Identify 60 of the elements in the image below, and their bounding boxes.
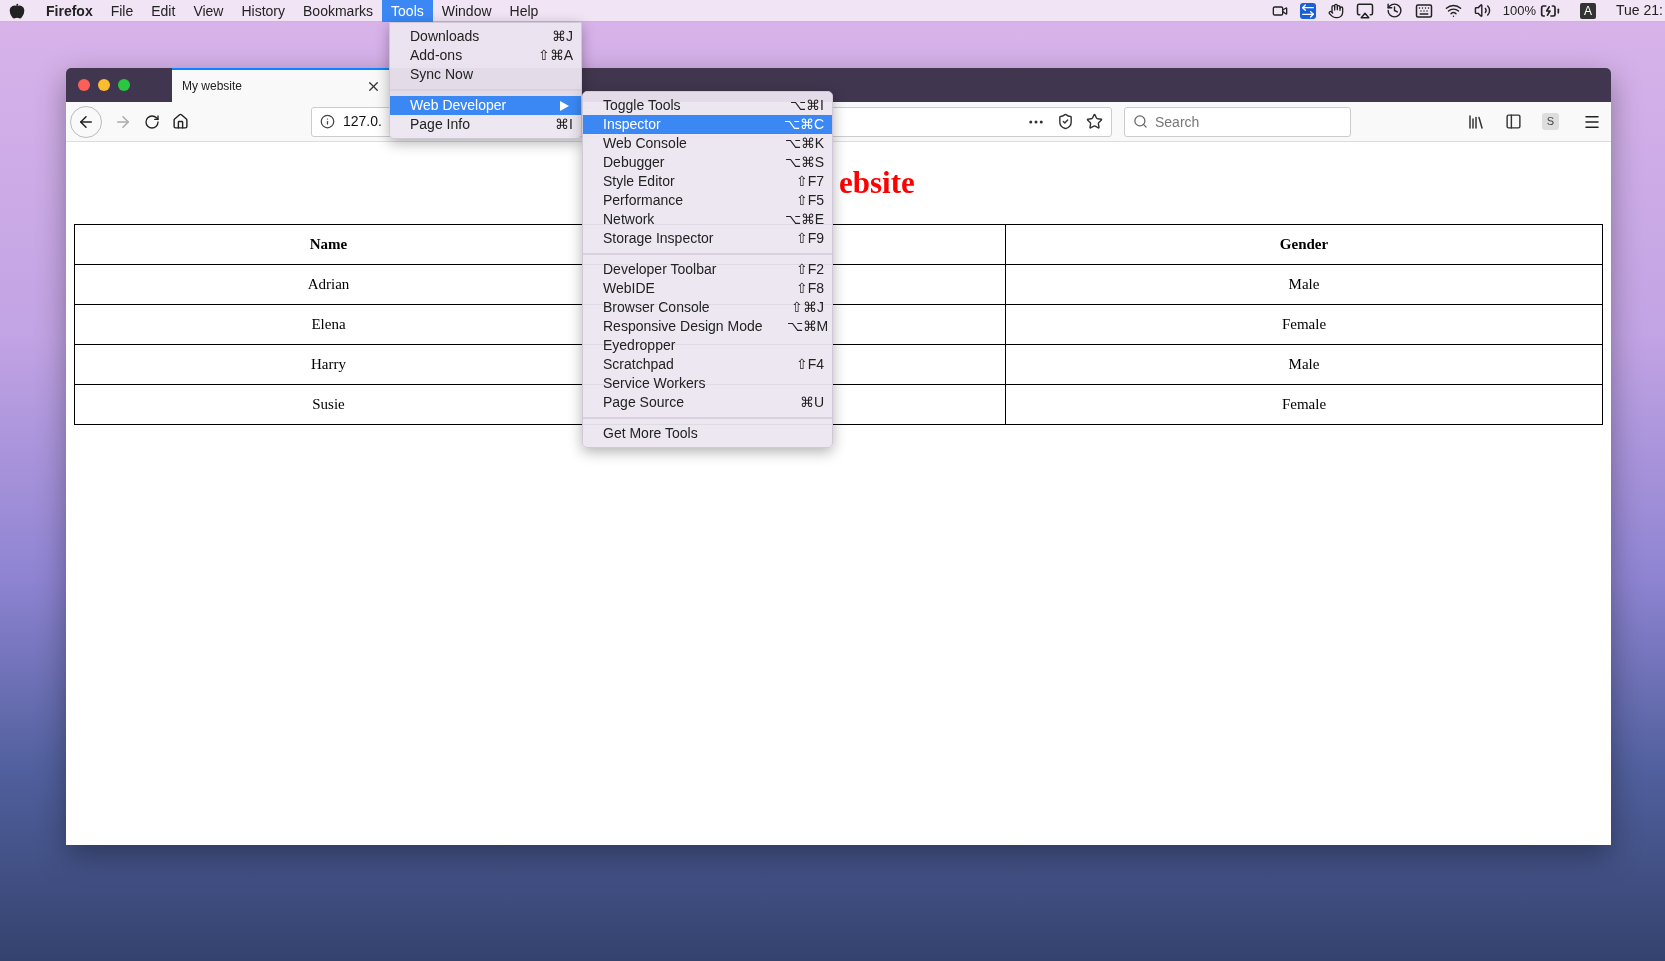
search-field[interactable]: Search (1124, 106, 1351, 137)
volume-icon[interactable] (1473, 2, 1491, 19)
menu-bar-item[interactable]: History (232, 0, 295, 22)
search-icon (1133, 113, 1148, 129)
table-header: Name (74, 224, 583, 265)
library-icon[interactable] (1467, 112, 1485, 131)
table-cell: Female (1005, 384, 1603, 425)
app-menu[interactable]: Firefox (37, 0, 102, 22)
menu-item[interactable]: Add-ons ⇧⌘A (390, 46, 581, 65)
table-cell: Female (1005, 304, 1603, 345)
menu-item[interactable]: Get More Tools (583, 424, 832, 443)
time-machine-icon[interactable] (1385, 2, 1403, 19)
submenu-arrow-icon (560, 100, 569, 111)
menu-item[interactable]: Eyedropper (583, 336, 832, 355)
zoom-window-button[interactable] (118, 79, 130, 91)
bookmark-star-icon[interactable] (1086, 113, 1103, 130)
info-icon[interactable] (320, 114, 335, 129)
remote-access-icon[interactable] (1299, 2, 1316, 19)
menu-bar-item[interactable]: Help (500, 0, 548, 22)
menu-item[interactable]: Web Console ⌥⌘K (583, 134, 832, 153)
table-header: Gender (1005, 224, 1603, 265)
sidebar-icon[interactable] (1505, 113, 1522, 130)
menu-bar-item[interactable]: Edit (142, 0, 185, 22)
shield-icon[interactable] (1057, 113, 1074, 130)
menu-item[interactable]: Sync Now (390, 65, 581, 84)
minimize-window-button[interactable] (98, 79, 110, 91)
airplay-icon[interactable] (1355, 1, 1374, 20)
apple-icon[interactable] (9, 2, 25, 19)
menu-item[interactable]: Browser Console ⇧⌘J (583, 298, 832, 317)
menu-item[interactable]: Network ⌥⌘E (583, 210, 832, 229)
home-button[interactable] (172, 113, 189, 130)
menu-item[interactable]: Downloads ⌘J (390, 27, 581, 46)
menu-bar-item[interactable]: File (101, 0, 143, 22)
table-cell: Elena (74, 304, 583, 345)
hand-icon[interactable] (1327, 2, 1344, 19)
input-source-badge[interactable]: A (1580, 2, 1597, 19)
table-cell: Male (1005, 344, 1603, 385)
table-cell: Harry (74, 344, 583, 385)
menu-item[interactable]: Performance ⇧F5 (583, 191, 832, 210)
clock[interactable]: Tue 21: (1616, 0, 1663, 21)
menu-item[interactable]: Style Editor ⇧F7 (583, 172, 832, 191)
menu-item[interactable]: Debugger ⌥⌘S (583, 153, 832, 172)
menu-bar-item[interactable]: Bookmarks (294, 0, 383, 22)
table-cell: Susie (74, 384, 583, 425)
page-heading: ebsite (839, 163, 915, 202)
table-cell: Male (1005, 264, 1603, 305)
close-window-button[interactable] (78, 79, 90, 91)
tab-title: My website (182, 78, 244, 95)
reload-button[interactable] (144, 113, 160, 130)
menu-bar-item[interactable]: Window (432, 0, 501, 22)
menu-item[interactable]: Developer Toolbar ⇧F2 (583, 260, 832, 279)
wifi-icon[interactable] (1444, 2, 1462, 19)
extension-icon[interactable]: S (1542, 113, 1559, 130)
keyboard-icon[interactable] (1414, 1, 1433, 20)
menu-item[interactable]: Service Workers (583, 374, 832, 393)
browser-tab[interactable]: My website (172, 68, 389, 102)
battery-percentage: 100% (1502, 1, 1536, 20)
table-cell: Adrian (74, 264, 583, 305)
menu-item[interactable]: Page Info ⌘I (390, 115, 581, 134)
menu-bar-item[interactable]: View (184, 0, 233, 22)
